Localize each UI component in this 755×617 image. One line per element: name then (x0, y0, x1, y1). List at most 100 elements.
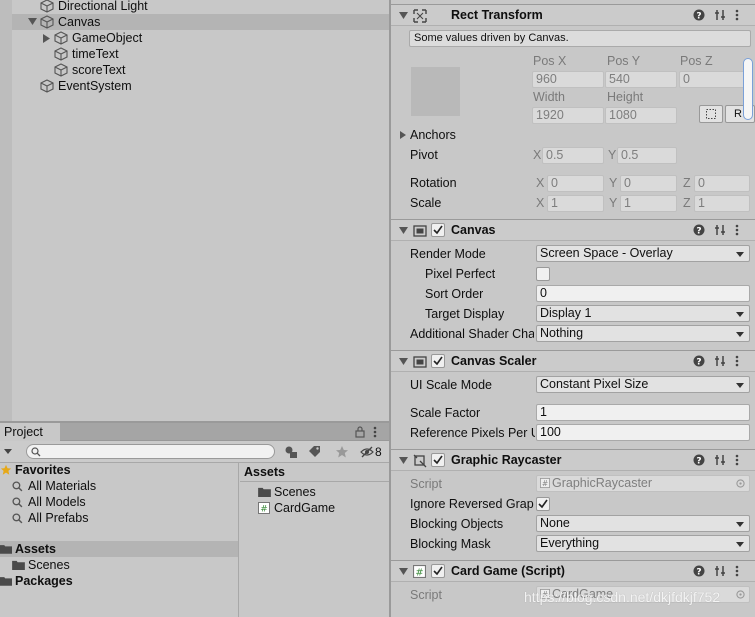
hierarchy-item-eventsystem[interactable]: EventSystem (12, 78, 389, 94)
anchor-presets-widget[interactable] (411, 67, 460, 116)
pos-x-field[interactable]: 960 (532, 71, 604, 88)
canvas-enabled-checkbox[interactable] (431, 223, 445, 237)
reference-ppu-field[interactable]: 100 (536, 424, 750, 441)
assets-folder[interactable]: Assets (0, 541, 238, 557)
blueprint-mode-button[interactable] (699, 105, 723, 123)
checkmark-icon (433, 566, 443, 576)
foldout-collapsed-icon[interactable] (400, 131, 406, 139)
hierarchy-item-canvas[interactable]: Canvas (12, 14, 389, 30)
scale-x-field[interactable]: 1 (547, 195, 604, 212)
presets-icon[interactable] (714, 224, 726, 236)
pos-y-field[interactable]: 540 (605, 71, 677, 88)
foldout-collapsed-icon[interactable] (43, 34, 50, 43)
component-title: Card Game (Script) (451, 564, 565, 578)
scale-factor-field[interactable]: 1 (536, 404, 750, 421)
canvas-scaler-header[interactable]: Canvas Scaler ? (391, 350, 755, 372)
more-options-icon[interactable] (735, 355, 739, 367)
checkmark-icon (433, 225, 443, 235)
width-field[interactable]: 1920 (532, 107, 604, 124)
presets-icon[interactable] (714, 9, 726, 21)
hierarchy-item-gameobject[interactable]: GameObject (12, 30, 389, 46)
inspector-scrollbar-thumb[interactable] (743, 58, 753, 120)
rotation-x-field[interactable]: 0 (547, 175, 604, 192)
canvas-scaler-enabled-checkbox[interactable] (431, 354, 445, 368)
pivot-x-field[interactable]: 0.5 (542, 147, 604, 164)
tag-icon (309, 446, 320, 457)
search-by-type-button[interactable] (279, 443, 303, 461)
folder-icon (258, 487, 271, 497)
graphic-raycaster-enabled-checkbox[interactable] (431, 453, 445, 467)
more-options-icon[interactable] (735, 9, 739, 21)
anchors-label[interactable]: Anchors (410, 128, 456, 142)
tab-project[interactable]: Project (0, 423, 60, 442)
more-options-icon[interactable] (735, 454, 739, 466)
presets-icon[interactable] (714, 565, 726, 577)
lock-icon[interactable] (355, 426, 365, 438)
help-icon[interactable]: ? (693, 355, 705, 367)
gameobject-cube-icon (40, 15, 54, 29)
rotation-y-axis-label: Y (609, 176, 618, 190)
blocking-objects-dropdown[interactable]: None (536, 515, 750, 532)
create-dropdown-icon[interactable] (4, 449, 12, 455)
rotation-z-field[interactable]: 0 (694, 175, 750, 192)
foldout-expanded-icon[interactable] (399, 227, 408, 235)
hierarchy-item-label: Canvas (58, 15, 101, 29)
hierarchy-item-directional-light[interactable]: Directional Light (12, 0, 389, 14)
sort-order-field[interactable]: 0 (536, 285, 750, 302)
canvas-component-header[interactable]: Canvas ? (391, 219, 755, 241)
help-icon[interactable]: ? (693, 224, 705, 236)
dropdown-arrow-icon (736, 252, 744, 257)
blocking-mask-label: Blocking Mask (410, 537, 491, 551)
pivot-y-field[interactable]: 0.5 (617, 147, 677, 164)
rotation-z-axis-label: Z (683, 176, 691, 190)
canvas-icon (413, 225, 427, 237)
raycaster-script-field[interactable]: # GraphicRaycaster (536, 475, 750, 492)
ignore-reversed-checkbox[interactable] (536, 497, 550, 511)
graphic-raycaster-header[interactable]: Graphic Raycaster ? (391, 449, 755, 471)
foldout-expanded-icon[interactable] (28, 18, 37, 26)
ui-scale-mode-dropdown[interactable]: Constant Pixel Size (536, 376, 750, 393)
target-display-dropdown[interactable]: Display 1 (536, 305, 750, 322)
favorite-search-button[interactable] (330, 443, 354, 461)
hierarchy-item-timetext[interactable]: timeText (12, 46, 389, 62)
more-options-icon[interactable] (373, 426, 377, 438)
hierarchy-item-scoretext[interactable]: scoreText (12, 62, 389, 78)
packages-folder[interactable]: Packages (0, 573, 238, 589)
more-options-icon[interactable] (735, 565, 739, 577)
render-mode-value: Screen Space - Overlay (540, 246, 673, 260)
search-input[interactable] (26, 444, 275, 459)
shader-channels-dropdown[interactable]: Nothing (536, 325, 750, 342)
card-game-script-header[interactable]: # Card Game (Script) ? (391, 560, 755, 582)
favorite-item-label: All Prefabs (28, 511, 89, 525)
rect-transform-header[interactable]: Rect Transform ? (391, 4, 755, 26)
scale-y-field[interactable]: 1 (620, 195, 677, 212)
pixel-perfect-checkbox[interactable] (536, 267, 550, 281)
watermark: https://blog.csdn.net/dkjfdkjf752 (524, 589, 721, 605)
scale-z-field[interactable]: 1 (694, 195, 750, 212)
foldout-expanded-icon[interactable] (399, 457, 408, 465)
foldout-expanded-icon[interactable] (399, 12, 408, 20)
help-icon[interactable]: ? (693, 565, 705, 577)
help-icon[interactable]: ? (693, 9, 705, 21)
search-by-label-button[interactable] (303, 443, 327, 461)
component-header-icons: ? (693, 224, 749, 238)
foldout-expanded-icon[interactable] (399, 358, 408, 366)
foldout-expanded-icon[interactable] (399, 568, 408, 576)
content-breadcrumb[interactable]: Assets (244, 464, 285, 480)
presets-icon[interactable] (714, 355, 726, 367)
render-mode-dropdown[interactable]: Screen Space - Overlay (536, 245, 750, 262)
shader-channels-value: Nothing (540, 326, 584, 340)
more-options-icon[interactable] (735, 224, 739, 236)
pos-z-field[interactable]: 0 (679, 71, 749, 88)
card-game-enabled-checkbox[interactable] (431, 564, 445, 578)
help-icon[interactable]: ? (693, 454, 705, 466)
favorites-section[interactable]: Favorites (0, 462, 238, 478)
presets-icon[interactable] (714, 454, 726, 466)
rotation-y-field[interactable]: 0 (620, 175, 677, 192)
raycaster-script-value: GraphicRaycaster (552, 476, 653, 490)
target-display-label: Target Display (425, 307, 505, 321)
hidden-packages-toggle[interactable]: 8 (357, 443, 387, 461)
height-field[interactable]: 1080 (605, 107, 677, 124)
component-title: Canvas (451, 223, 496, 237)
blocking-mask-dropdown[interactable]: Everything (536, 535, 750, 552)
